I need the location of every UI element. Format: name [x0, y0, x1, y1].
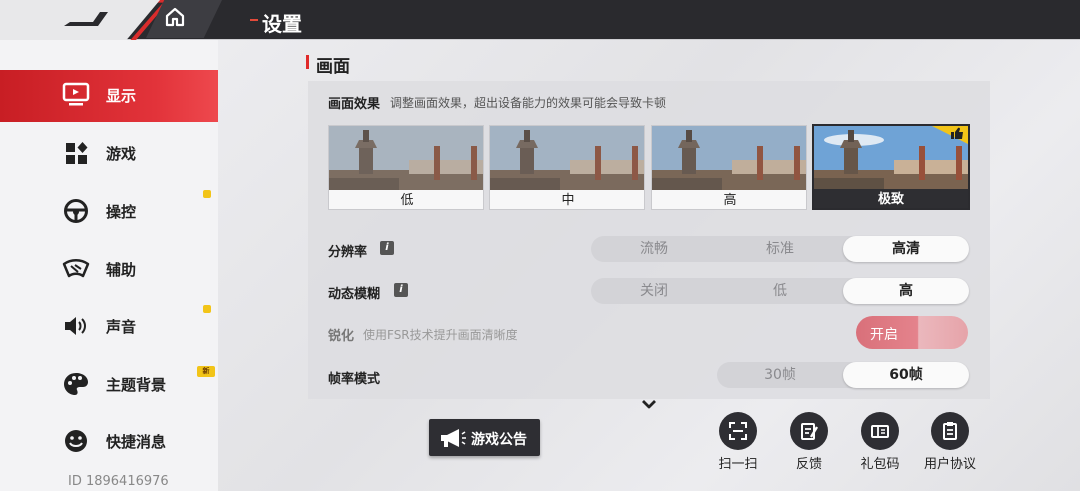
- quality-description: 调整画面效果，超出设备能力的效果可能会导致卡顿: [390, 96, 667, 110]
- resolution-segmented-control: 流畅 标准 高清: [591, 236, 969, 262]
- sidebar-item-display[interactable]: 显示: [0, 70, 222, 122]
- frame-rate-option-60[interactable]: 60帧: [843, 362, 969, 388]
- sharpen-toggle[interactable]: 开启: [856, 316, 968, 349]
- sidebar-item-label: 操控: [106, 203, 137, 221]
- motion-blur-option-low[interactable]: 低: [717, 278, 843, 304]
- sidebar-item-controls[interactable]: 操控: [0, 186, 218, 236]
- palette-icon: [64, 373, 88, 395]
- sidebar-item-label: 辅助: [106, 261, 137, 279]
- sidebar-item-game[interactable]: 游戏: [0, 128, 218, 178]
- scan-button[interactable]: 扫一扫: [708, 412, 768, 472]
- quality-option-low[interactable]: 低: [328, 125, 484, 210]
- section-title: 画面: [316, 57, 350, 77]
- chat-smile-icon: [65, 430, 87, 452]
- megaphone-icon: [441, 429, 466, 447]
- feedback-icon: [790, 412, 828, 450]
- quality-option-ultra[interactable]: 极致: [812, 124, 970, 210]
- feedback-label: 反馈: [795, 457, 822, 472]
- apps-icon: [66, 142, 88, 164]
- sidebar-item-label: 声音: [106, 318, 137, 336]
- frame-rate-label: 帧率模式: [328, 372, 381, 387]
- quality-label: 画面效果: [328, 97, 381, 112]
- user-agreement-label: 用户协议: [923, 457, 976, 472]
- assist-icon: [62, 259, 90, 278]
- section-marker: [306, 55, 309, 69]
- game-notice-button[interactable]: 游戏公告: [429, 419, 540, 456]
- quality-option-label: 高: [652, 190, 806, 209]
- speaker-icon: [65, 317, 86, 335]
- gift-code-label: 礼包码: [860, 457, 900, 472]
- title-dash: [250, 19, 258, 21]
- sidebar-item-theme[interactable]: 主题背景: [0, 359, 218, 409]
- resolution-option-standard[interactable]: 标准: [717, 236, 843, 262]
- sidebar-item-sound[interactable]: 声音: [0, 301, 218, 351]
- thumbs-up-icon: [951, 127, 963, 139]
- quality-option-label: 中: [490, 190, 644, 209]
- quality-option-medium[interactable]: 中: [489, 125, 645, 210]
- scan-icon: [719, 412, 757, 450]
- user-agreement-button[interactable]: 用户协议: [920, 412, 980, 472]
- game-notice-label: 游戏公告: [471, 432, 527, 448]
- resolution-option-smooth[interactable]: 流畅: [591, 236, 717, 262]
- info-icon[interactable]: i: [394, 283, 408, 297]
- new-badge: 新: [197, 366, 215, 377]
- frame-rate-segmented-control: 30帧 60帧: [717, 362, 969, 388]
- quality-option-label: 极致: [814, 189, 968, 208]
- notification-dot: [203, 305, 211, 313]
- scene-thumbnail: [652, 126, 806, 190]
- quality-option-high[interactable]: 高: [651, 125, 807, 210]
- motion-blur-label: 动态模糊: [328, 287, 381, 302]
- sidebar-item-label: 主题背景: [106, 376, 167, 394]
- chevron-down-icon[interactable]: [641, 398, 657, 410]
- feedback-button[interactable]: 反馈: [779, 412, 839, 472]
- resolution-option-hd[interactable]: 高清: [843, 236, 969, 262]
- quality-option-label: 低: [329, 190, 483, 209]
- scene-thumbnail: [329, 126, 483, 190]
- motion-blur-option-high[interactable]: 高: [843, 278, 969, 304]
- sharpen-label: 锐化: [328, 329, 355, 344]
- sidebar-item-quick-messages[interactable]: 快捷消息: [0, 416, 218, 466]
- sidebar-item-assist[interactable]: 辅助: [0, 244, 218, 294]
- sidebar-item-label: 游戏: [106, 145, 137, 163]
- page-title: 设置: [262, 12, 302, 36]
- gift-code-button[interactable]: 礼包码: [850, 412, 910, 472]
- sidebar-item-label: 快捷消息: [106, 433, 167, 451]
- toggle-label: 开启: [870, 327, 898, 343]
- user-id: ID 1896416976: [68, 474, 169, 489]
- info-icon[interactable]: i: [380, 241, 394, 255]
- motion-blur-option-off[interactable]: 关闭: [591, 278, 717, 304]
- notification-dot: [203, 190, 211, 198]
- sidebar-item-label: 显示: [106, 87, 137, 105]
- scene-thumbnail: [814, 126, 968, 190]
- game-logo-icon: [64, 12, 108, 26]
- monitor-icon: [62, 82, 90, 106]
- scan-label: 扫一扫: [718, 457, 758, 472]
- steering-wheel-icon: [64, 199, 88, 223]
- resolution-label: 分辨率: [328, 245, 368, 260]
- home-icon[interactable]: [164, 6, 186, 28]
- motion-blur-segmented-control: 关闭 低 高: [591, 278, 969, 304]
- sharpen-description: 使用FSR技术提升画面清晰度: [363, 328, 518, 342]
- frame-rate-option-30[interactable]: 30帧: [717, 362, 843, 388]
- scene-thumbnail: [490, 126, 644, 190]
- gift-code-icon: [861, 412, 899, 450]
- user-agreement-icon: [931, 412, 969, 450]
